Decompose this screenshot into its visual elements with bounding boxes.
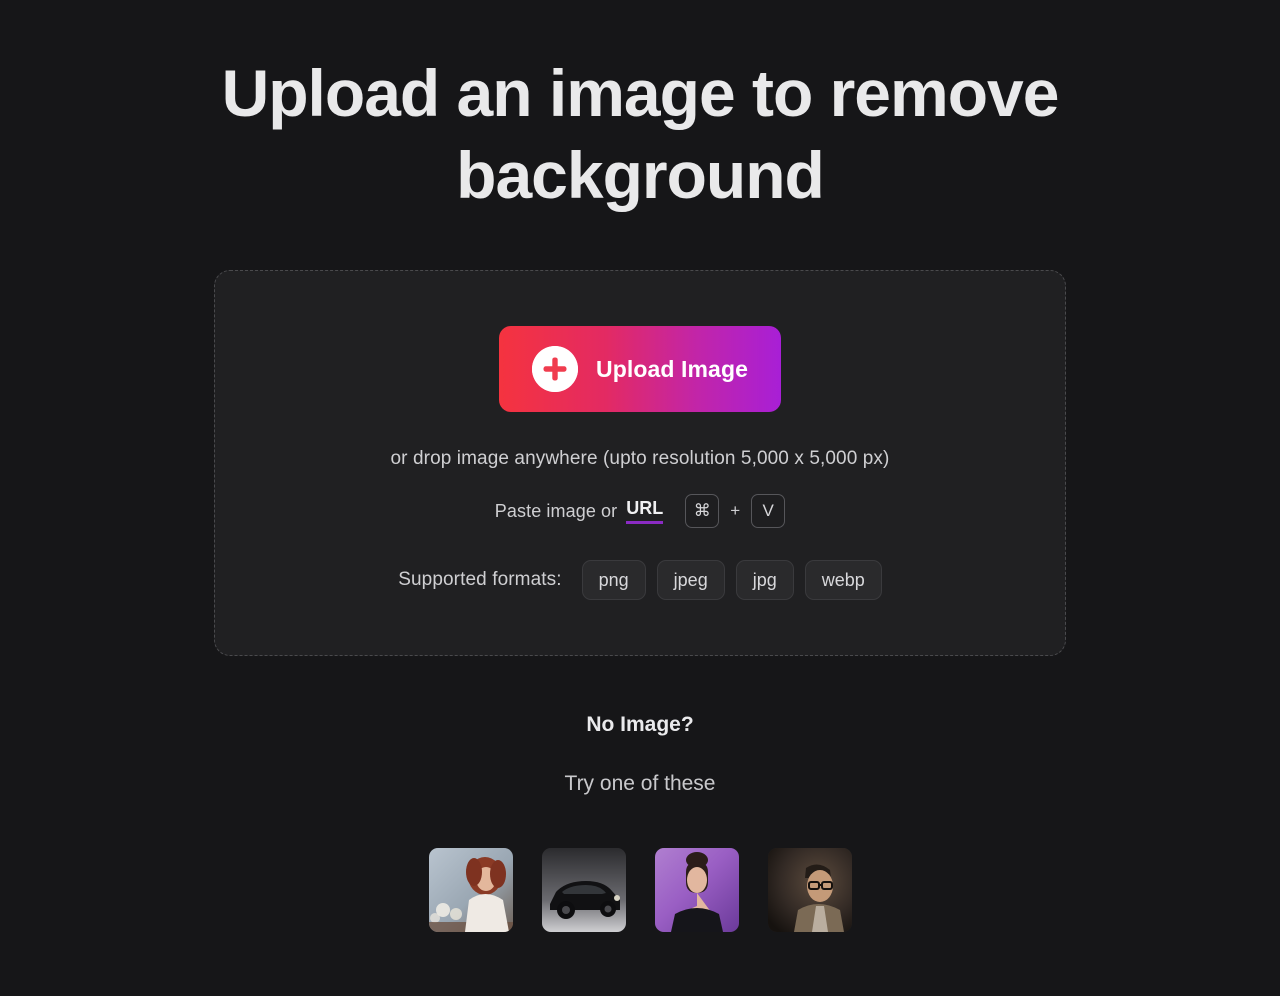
- paste-hint-row: Paste image or URL ⌘ + V: [494, 494, 786, 528]
- format-chip-jpg[interactable]: jpg: [735, 560, 794, 600]
- upload-image-button-label: Upload Image: [595, 355, 748, 382]
- sample-black-classic-car[interactable]: [541, 848, 626, 932]
- paste-url-link[interactable]: URL: [626, 498, 664, 524]
- format-chip-webp[interactable]: webp: [804, 560, 882, 600]
- drop-hint-text: or drop image anywhere (upto resolution …: [390, 448, 890, 469]
- plus-circle-icon: [531, 346, 578, 392]
- sample-man-glasses-dark[interactable]: [767, 848, 852, 932]
- try-one-of-these-text: Try one of these: [564, 772, 716, 795]
- key-separator: +: [730, 501, 741, 520]
- upload-image-button[interactable]: Upload Image: [499, 326, 781, 412]
- command-keycap: ⌘: [685, 494, 720, 528]
- sample-image-list: [428, 848, 852, 932]
- sample-woman-red-hair-bokeh[interactable]: [428, 848, 513, 932]
- format-chip-png[interactable]: png: [581, 560, 646, 600]
- upload-page: Upload an image to remove background Upl…: [0, 0, 1280, 996]
- supported-formats-label: Supported formats:: [398, 569, 562, 590]
- sample-woman-updo-purple[interactable]: [654, 848, 739, 932]
- no-image-title: No Image?: [586, 713, 694, 736]
- format-chip-jpeg[interactable]: jpeg: [656, 560, 725, 600]
- v-keycap: V: [751, 494, 786, 528]
- page-title: Upload an image to remove background: [221, 56, 1060, 212]
- supported-formats-row: Supported formats: png jpeg jpg webp: [398, 560, 882, 600]
- image-dropzone[interactable]: Upload Image or drop image anywhere (upt…: [214, 270, 1066, 656]
- paste-hint-text: Paste image or: [494, 500, 618, 521]
